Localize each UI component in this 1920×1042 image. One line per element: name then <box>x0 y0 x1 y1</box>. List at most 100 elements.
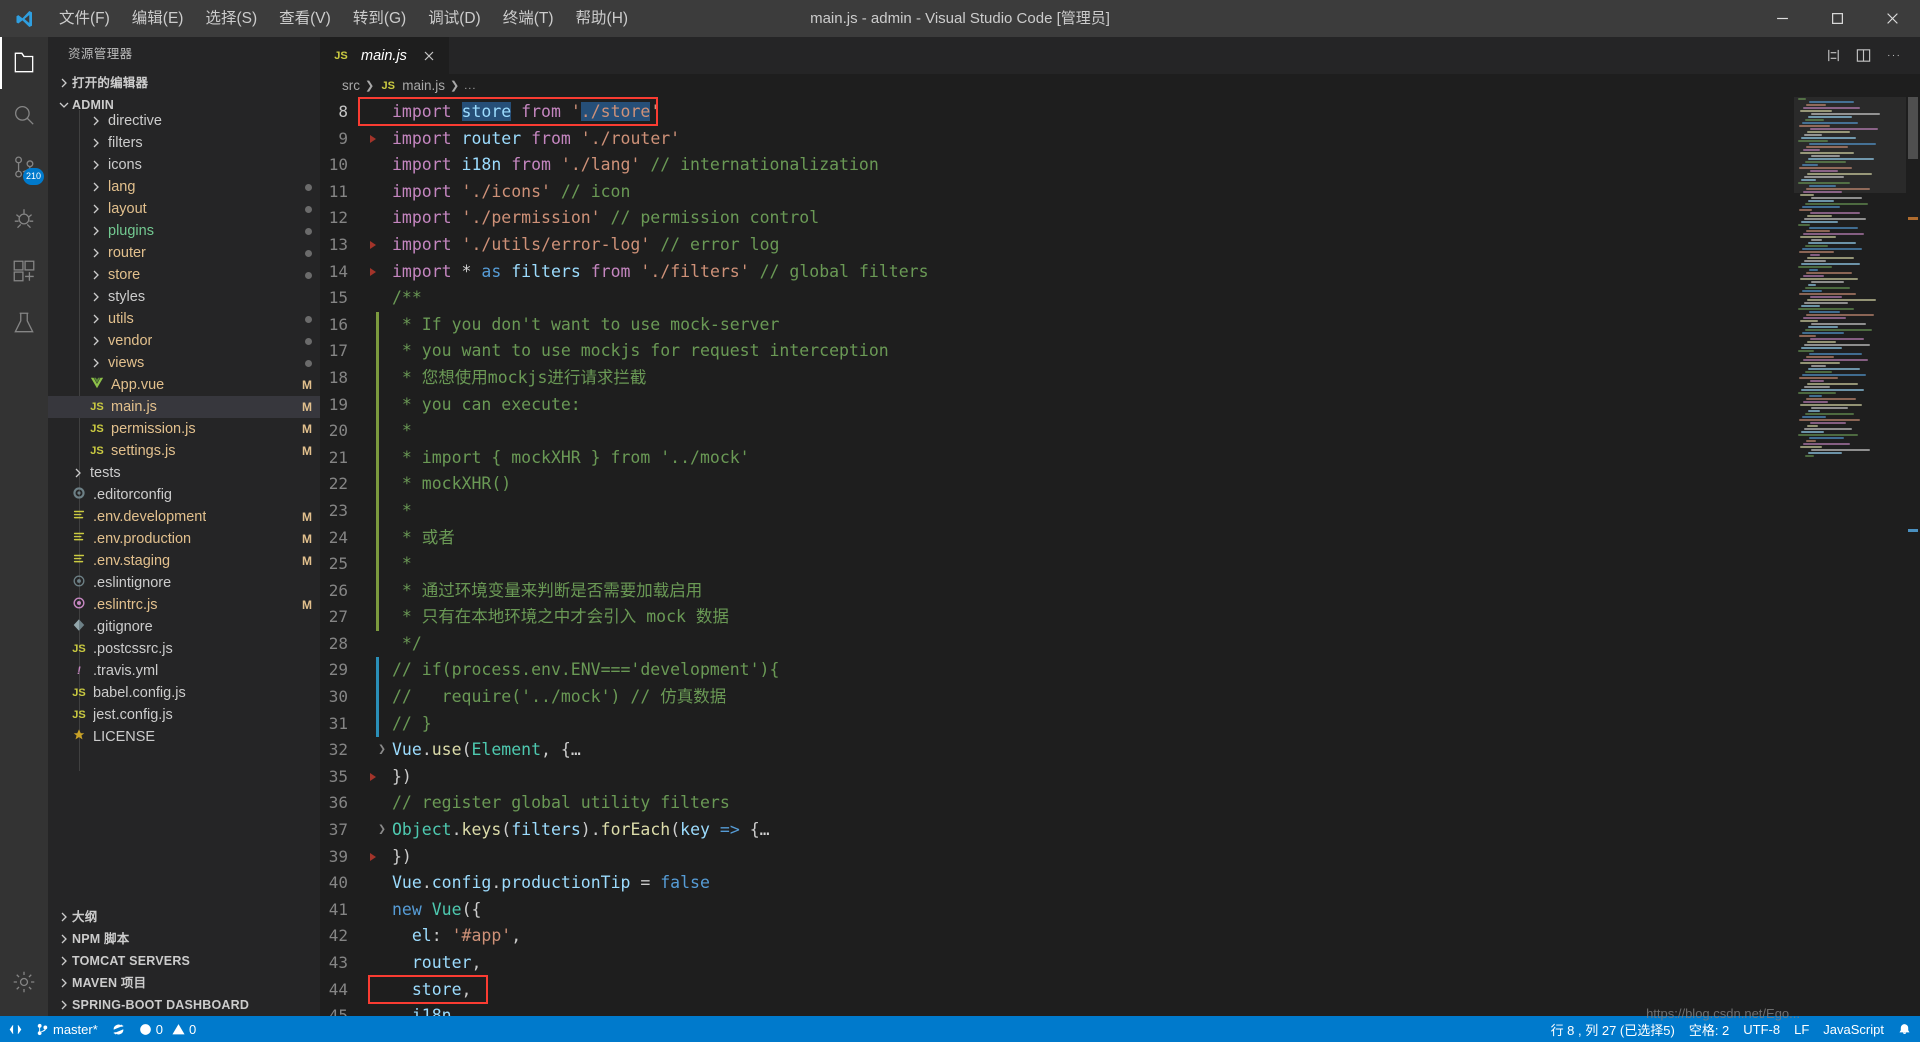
code-editor[interactable]: 8 import store from './store' 9 import rout… <box>320 97 1920 1016</box>
panel-maven-projects[interactable]: MAVEN 项目 <box>48 972 320 994</box>
code-line[interactable]: 12 import './permission' // permission co… <box>320 205 1794 232</box>
breadcrumb-src[interactable]: src <box>342 78 360 93</box>
breadcrumb-file[interactable]: main.js <box>402 78 445 93</box>
tree-file[interactable]: LICENSE <box>48 726 320 748</box>
tree-file[interactable]: .eslintignore <box>48 572 320 594</box>
code-line[interactable]: 15 /** <box>320 285 1794 312</box>
code-line[interactable]: 17 * you want to use mockjs for request … <box>320 338 1794 365</box>
split-diff-icon[interactable] <box>1818 41 1848 71</box>
more-actions-icon[interactable] <box>1878 41 1908 71</box>
tree-file[interactable]: .env.production M <box>48 528 320 550</box>
panel-npm-scripts[interactable]: NPM 脚本 <box>48 928 320 950</box>
code-line[interactable]: 11 import './icons' // icon <box>320 179 1794 206</box>
code-text[interactable]: * 您想使用mockjs进行请求拦截 <box>376 364 1794 392</box>
activity-settings[interactable] <box>0 956 48 1008</box>
tree-folder[interactable]: lang <box>48 176 320 198</box>
breadcrumb-symbol[interactable]: ... <box>464 80 476 92</box>
code-line[interactable]: 23 * <box>320 497 1794 525</box>
tree-file[interactable]: .env.staging M <box>48 550 320 572</box>
tree-folder[interactable]: icons <box>48 154 320 176</box>
menu-file[interactable]: 文件(F) <box>48 0 121 37</box>
tree-file[interactable]: JS babel.config.js <box>48 682 320 704</box>
code-text[interactable]: import './utils/error-log' // error log <box>390 232 1794 259</box>
code-text[interactable]: // register global utility filters <box>390 790 1794 817</box>
activity-source-control[interactable]: 210 <box>0 141 48 193</box>
language-mode[interactable]: JavaScript <box>1816 1016 1891 1042</box>
sync-changes[interactable] <box>105 1016 132 1042</box>
code-text[interactable]: Vue.config.productionTip = false <box>390 870 1794 897</box>
code-line[interactable]: 10 import i18n from './lang' // internati… <box>320 152 1794 179</box>
code-line[interactable]: 13 import './utils/error-log' // error lo… <box>320 232 1794 259</box>
tab-main-js[interactable]: JS main.js <box>320 37 450 74</box>
code-text[interactable]: import './icons' // icon <box>390 179 1794 206</box>
code-text[interactable]: * import { mockXHR } from '../mock' <box>376 444 1794 472</box>
fold-indicator[interactable]: ❯ <box>374 817 390 844</box>
tree-file[interactable]: .eslintrc.js M <box>48 594 320 616</box>
code-line[interactable]: 18 * 您想使用mockjs进行请求拦截 <box>320 364 1794 392</box>
tree-folder[interactable]: layout <box>48 198 320 220</box>
tree-file[interactable]: JS .postcssrc.js <box>48 638 320 660</box>
code-line[interactable]: 30 // require('../mock') // 仿真数据 <box>320 684 1794 711</box>
git-branch[interactable]: master* <box>29 1016 105 1042</box>
activity-explorer[interactable] <box>0 37 48 89</box>
tree-file[interactable]: ! .travis.yml <box>48 660 320 682</box>
code-line[interactable]: 19 * you can execute: <box>320 391 1794 419</box>
fold-indicator[interactable]: ❯ <box>374 737 390 764</box>
tree-file[interactable]: JS permission.js M <box>48 418 320 440</box>
code-line[interactable]: 42 el: '#app', <box>320 923 1794 950</box>
tree-file[interactable]: JS settings.js M <box>48 440 320 462</box>
encoding[interactable]: UTF-8 <box>1736 1016 1787 1042</box>
code-text[interactable]: import router from './router' <box>390 126 1794 153</box>
code-text[interactable]: * 通过环境变量来判断是否需要加载启用 <box>376 577 1794 605</box>
menu-help[interactable]: 帮助(H) <box>565 0 640 37</box>
code-text[interactable]: * <box>376 551 1794 578</box>
code-text[interactable]: import i18n from './lang' // internation… <box>390 152 1794 179</box>
scrollbar-thumb[interactable] <box>1908 97 1918 159</box>
code-lines[interactable]: 8 import store from './store' 9 import rout… <box>320 97 1794 1016</box>
code-line[interactable]: 26 * 通过环境变量来判断是否需要加载启用 <box>320 577 1794 605</box>
tree-folder[interactable]: filters <box>48 132 320 154</box>
code-line[interactable]: 22 * mockXHR() <box>320 471 1794 498</box>
code-line[interactable]: 39}) <box>320 844 1794 871</box>
tree-folder[interactable]: router <box>48 242 320 264</box>
code-line[interactable]: 31 // } <box>320 710 1794 738</box>
tree-folder[interactable]: styles <box>48 286 320 308</box>
code-line[interactable]: 14 import * as filters from './filters' /… <box>320 259 1794 286</box>
code-line[interactable]: 45 i18n, <box>320 1003 1794 1016</box>
tree-folder[interactable]: views <box>48 352 320 374</box>
code-text[interactable]: import './permission' // permission cont… <box>390 205 1794 232</box>
code-text[interactable]: el: '#app', <box>390 923 1794 950</box>
activity-search[interactable] <box>0 89 48 141</box>
code-text[interactable]: * you can execute: <box>376 391 1794 419</box>
menu-bar[interactable]: 文件(F) 编辑(E) 选择(S) 查看(V) 转到(G) 调试(D) 终端(T… <box>48 0 639 37</box>
tree-file[interactable]: .editorconfig <box>48 484 320 506</box>
activity-testing[interactable] <box>0 297 48 349</box>
close-button[interactable] <box>1865 0 1920 37</box>
code-line[interactable]: 9 import router from './router' <box>320 126 1794 153</box>
code-line[interactable]: 32 ❯ Vue.use(Element, {… <box>320 737 1794 764</box>
section-open-editors[interactable]: 打开的编辑器 <box>48 72 320 94</box>
menu-terminal[interactable]: 终端(T) <box>492 0 565 37</box>
code-line[interactable]: 41 new Vue({ <box>320 897 1794 924</box>
code-line[interactable]: 29 // if(process.env.ENV==='development')… <box>320 657 1794 685</box>
tree-folder[interactable]: directive <box>48 110 320 132</box>
tree-file[interactable]: .env.development M <box>48 506 320 528</box>
tree-file[interactable]: .gitignore <box>48 616 320 638</box>
tree-folder[interactable]: tests <box>48 462 320 484</box>
maximize-button[interactable] <box>1810 0 1865 37</box>
code-text[interactable]: }) <box>390 844 1794 871</box>
panel-spring-boot-dashboard[interactable]: SPRING-BOOT DASHBOARD <box>48 994 320 1016</box>
vertical-scrollbar[interactable] <box>1906 97 1920 1016</box>
code-line[interactable]: 24 * 或者 <box>320 524 1794 552</box>
close-icon[interactable] <box>419 46 439 66</box>
tree-folder[interactable]: utils <box>48 308 320 330</box>
code-line[interactable]: 35}) <box>320 764 1794 791</box>
code-text[interactable]: // if(process.env.ENV==='development'){ <box>376 657 1794 685</box>
code-line[interactable]: 43 router, <box>320 950 1794 977</box>
code-line[interactable]: 20 * <box>320 418 1794 445</box>
code-text[interactable]: */ <box>390 631 1794 658</box>
tree-file[interactable]: App.vue M <box>48 374 320 396</box>
menu-edit[interactable]: 编辑(E) <box>121 0 195 37</box>
code-text[interactable]: import store from './store' <box>390 99 1794 126</box>
code-text[interactable]: store, <box>390 977 1794 1004</box>
